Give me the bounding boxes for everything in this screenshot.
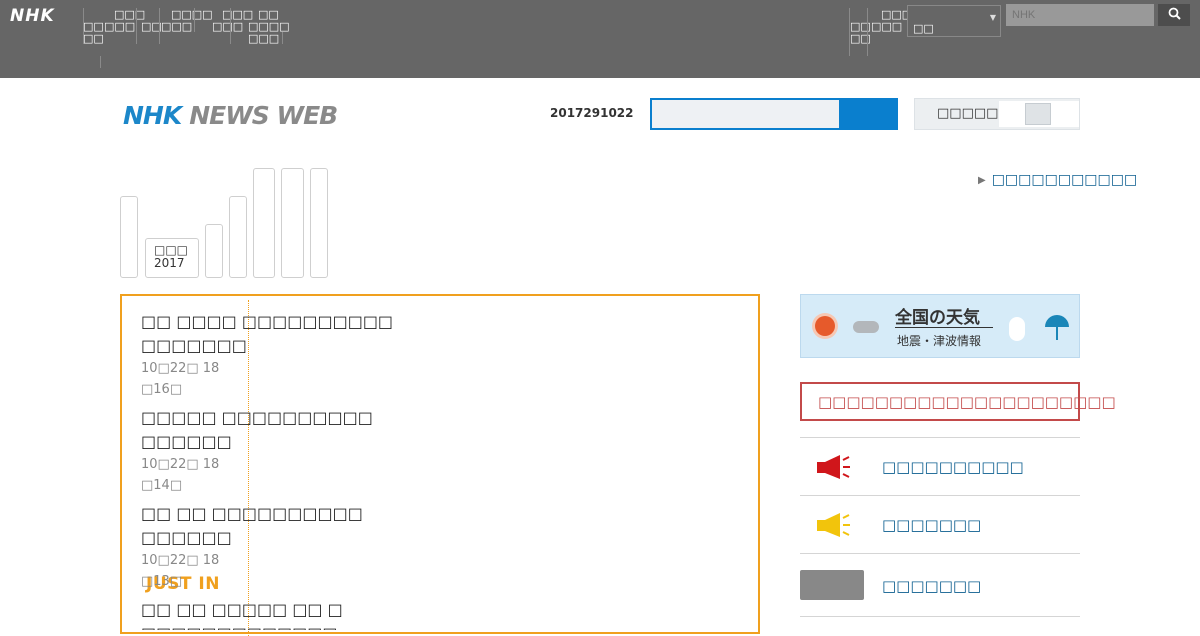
region-select[interactable]: □□ ▼ bbox=[907, 5, 1001, 37]
global-search-button[interactable] bbox=[1158, 4, 1190, 26]
gnav-right-item-2[interactable]: □□□ □□□ bbox=[871, 9, 912, 33]
weather-banner[interactable]: 全国の天気 地震・津波情報 bbox=[800, 294, 1080, 358]
region-select-value: □□ bbox=[913, 22, 934, 35]
gnav-item-4-line2: □□□ bbox=[161, 20, 193, 33]
weather-subtitle: 地震・津波情報 bbox=[897, 334, 982, 348]
sidebar-row-label[interactable]: □□□□□□□□□□ bbox=[882, 458, 1024, 476]
news-item[interactable]: □□□□□ □□□□□□□□□□ □□□□□□ 10□22□ 18 □14□ bbox=[141, 406, 441, 496]
category-tab[interactable] bbox=[310, 168, 328, 278]
gnav-item-6-line3: □□□ bbox=[248, 32, 280, 45]
date-code: 2017291022 bbox=[550, 106, 634, 120]
nav-divider bbox=[159, 8, 160, 44]
sun-icon bbox=[815, 316, 835, 336]
category-tab[interactable] bbox=[229, 196, 247, 278]
news-title-line1[interactable]: □□ □□□□ □□□□□□□□□□ bbox=[141, 310, 441, 334]
sidebar-row-label[interactable]: □□□□□□□ bbox=[882, 577, 981, 595]
toggle-knob[interactable] bbox=[1025, 103, 1051, 125]
alert-link[interactable]: □□□□□□□□□□□□□□□□□□□□□ bbox=[800, 382, 1116, 421]
weather-divider bbox=[895, 327, 993, 328]
news-item[interactable]: □□ □□ □□□□□□□□□□ □□□□□□ 10□22□ 18 □13□ bbox=[141, 502, 441, 592]
news-search-input[interactable] bbox=[650, 98, 841, 130]
header-right-link[interactable]: ▶ □□□□□□□□□□□ bbox=[978, 172, 1137, 188]
gnav-item-5-line2: □□□ bbox=[212, 20, 244, 33]
news-item[interactable]: □□ □□□□ □□□□□□□□□□ □□□□□□□ 10□22□ 18 □16… bbox=[141, 310, 441, 400]
gnav-item-2[interactable]: □□□ □□□ bbox=[104, 9, 145, 33]
news-time: 10□22□ 18 bbox=[141, 553, 220, 568]
news-ago: □14□ bbox=[141, 478, 183, 493]
sidebar-divider bbox=[800, 616, 1080, 617]
sidebar-row[interactable]: □□□□□□□□□□ bbox=[800, 437, 1080, 495]
cloud-icon bbox=[853, 321, 879, 333]
nav-divider bbox=[230, 8, 231, 44]
megaphone-icon bbox=[817, 513, 850, 537]
category-tab[interactable] bbox=[253, 168, 275, 278]
news-title-line1[interactable]: □□□□□ □□□□□□□□□□ bbox=[141, 406, 441, 430]
gnav-item-6[interactable]: □□ □□□□ □□□ bbox=[248, 9, 290, 45]
tab-label-line2: 2017 bbox=[154, 256, 185, 270]
gnav-item-5[interactable]: □□□ □□□ bbox=[212, 9, 253, 33]
news-time: 10□22□ 18 bbox=[141, 361, 220, 376]
gnav-item-1-line2: □□ bbox=[83, 32, 104, 45]
news-title-line2[interactable]: □□□□□□□□□□□□□ bbox=[141, 622, 441, 630]
category-tab[interactable] bbox=[205, 224, 223, 278]
gnav-item-4[interactable]: □□□□ □□□ bbox=[161, 9, 213, 33]
brand-newsweb: NEWS WEB bbox=[189, 101, 338, 130]
category-tab[interactable] bbox=[120, 196, 138, 278]
nav-divider bbox=[282, 32, 283, 44]
news-web-logo[interactable]: NHK NEWS WEB bbox=[123, 101, 338, 131]
weather-title: 全国の天気 bbox=[895, 308, 980, 328]
megaphone-icon bbox=[817, 455, 850, 479]
nav-divider bbox=[867, 8, 868, 56]
gnav-item-1[interactable]: □□ □□ bbox=[83, 21, 104, 45]
nav-divider bbox=[194, 8, 195, 32]
brand-nhk: NHK bbox=[123, 101, 182, 130]
display-toggle-label: □□□□□ bbox=[937, 106, 999, 121]
news-title-line2[interactable]: □□□□□□ bbox=[141, 430, 441, 454]
umbrella-handle bbox=[1056, 326, 1058, 340]
news-time: 10□22□ 18 bbox=[141, 457, 220, 472]
header-right-link-text: □□□□□□□□□□□ bbox=[991, 172, 1138, 188]
global-header: NHK □□ □□ □□□ □□□ □□ □□□□ □□□ □□□ □□□ □□… bbox=[0, 0, 1200, 78]
sidebar-row[interactable]: □□□□□□□ bbox=[800, 495, 1080, 553]
news-ago: □13□ bbox=[141, 574, 183, 589]
thumbnail-image bbox=[800, 570, 864, 600]
nav-divider bbox=[136, 8, 137, 44]
snowman-icon bbox=[1009, 317, 1025, 341]
global-search-input[interactable] bbox=[1006, 4, 1154, 26]
news-title-line2[interactable]: □□□□□□□ bbox=[141, 334, 441, 358]
category-tab-active[interactable]: □□□ 2017 bbox=[145, 238, 199, 278]
nav-divider bbox=[100, 56, 101, 68]
sidebar-row-label[interactable]: □□□□□□□ bbox=[882, 516, 981, 534]
category-tab[interactable] bbox=[281, 168, 304, 278]
news-search-button[interactable] bbox=[841, 98, 898, 130]
news-title-line2[interactable]: □□□□□□ bbox=[141, 526, 441, 550]
sidebar-row[interactable]: □□□□□□□ bbox=[800, 553, 1080, 611]
chevron-down-icon: ▼ bbox=[989, 13, 996, 22]
nhk-logo[interactable]: NHK bbox=[10, 6, 55, 26]
gnav-item-2-line2: □□□ bbox=[104, 20, 136, 33]
news-ago: □16□ bbox=[141, 382, 183, 397]
news-item[interactable]: □□ □□ □□□□□ □□ □ □□□□□□□□□□□□□ bbox=[141, 598, 441, 630]
search-icon bbox=[1168, 7, 1181, 20]
play-triangle-icon: ▶ bbox=[978, 175, 986, 186]
display-toggle[interactable]: □□□□□ bbox=[914, 98, 1080, 130]
news-title-line1[interactable]: □□ □□ □□□□□□□□□□ bbox=[141, 502, 441, 526]
news-title-line1[interactable]: □□ □□ □□□□□ □□ □ bbox=[141, 598, 441, 622]
gnav-right-item-2-line2: □□□ bbox=[871, 20, 903, 33]
